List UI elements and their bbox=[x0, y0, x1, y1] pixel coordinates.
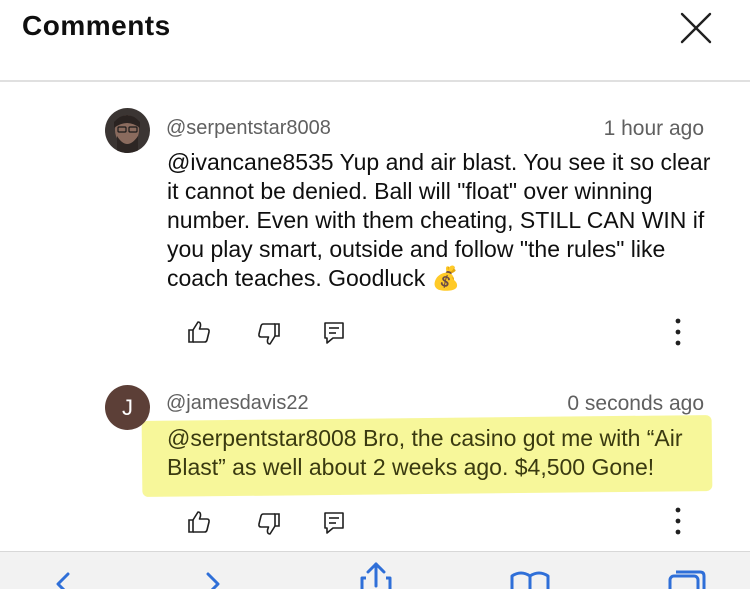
chevron-right-icon bbox=[206, 572, 220, 589]
browser-toolbar bbox=[0, 551, 750, 589]
bookmarks-button[interactable] bbox=[508, 568, 552, 589]
dislike-button[interactable] bbox=[255, 320, 283, 348]
thumbs-up-icon bbox=[188, 321, 210, 343]
comment-text: @serpentstar8008 Bro, the casino got me … bbox=[167, 425, 683, 480]
more-vertical-icon bbox=[675, 507, 681, 535]
more-vertical-icon bbox=[675, 318, 681, 346]
more-options-button[interactable] bbox=[668, 505, 688, 539]
comment-author[interactable]: @jamesdavis22 bbox=[166, 392, 309, 415]
comment-timestamp: 1 hour ago bbox=[603, 117, 704, 140]
comments-title: Comments bbox=[22, 10, 171, 41]
comment-author[interactable]: @serpentstar8008 bbox=[166, 117, 331, 140]
thumbs-up-icon bbox=[188, 511, 210, 533]
close-icon bbox=[680, 12, 712, 44]
comment-text: @ivancane8535 Yup and air blast. You see… bbox=[167, 148, 717, 293]
avatar[interactable] bbox=[105, 108, 150, 153]
thumbs-down-icon bbox=[258, 513, 280, 535]
money-bag-emoji: 💰 bbox=[431, 265, 461, 291]
like-button[interactable] bbox=[185, 318, 213, 346]
share-icon bbox=[360, 562, 392, 589]
close-button[interactable] bbox=[676, 8, 716, 48]
avatar-photo bbox=[105, 108, 150, 153]
thumbs-down-icon bbox=[258, 323, 280, 345]
forward-button[interactable] bbox=[192, 568, 236, 589]
tabs-button[interactable] bbox=[664, 568, 708, 589]
like-button[interactable] bbox=[185, 508, 213, 536]
avatar[interactable]: J bbox=[105, 385, 150, 430]
comments-header: Comments bbox=[0, 0, 750, 82]
reply-button[interactable] bbox=[321, 509, 349, 537]
mention-link[interactable]: @ivancane8535 bbox=[167, 149, 334, 175]
dislike-button[interactable] bbox=[255, 510, 283, 538]
back-button[interactable] bbox=[40, 568, 84, 589]
reply-button[interactable] bbox=[321, 319, 349, 347]
chevron-left-icon bbox=[56, 572, 70, 589]
reply-icon bbox=[324, 322, 344, 344]
comment-timestamp: 0 seconds ago bbox=[567, 392, 704, 415]
more-options-button[interactable] bbox=[668, 316, 688, 350]
tabs-icon bbox=[668, 570, 706, 589]
book-icon bbox=[510, 571, 550, 589]
reply-icon bbox=[324, 512, 344, 534]
share-button[interactable] bbox=[354, 560, 398, 589]
